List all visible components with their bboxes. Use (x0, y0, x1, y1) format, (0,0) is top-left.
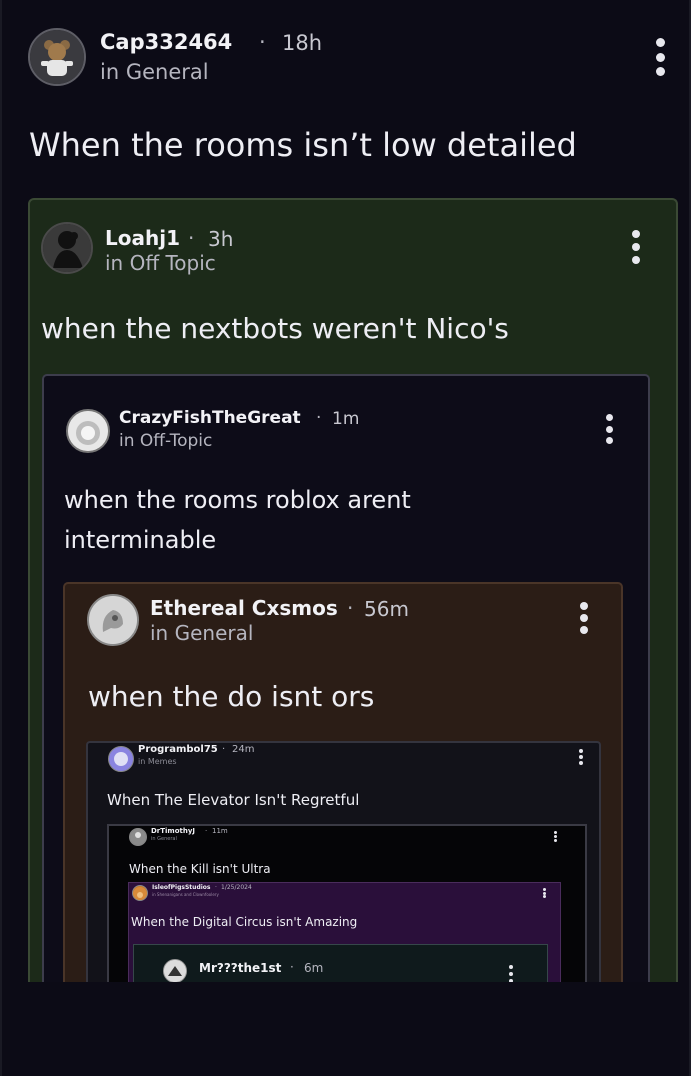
post-author-name[interactable]: Cap332464 (100, 30, 232, 54)
programbol75-time: 24m (232, 744, 255, 755)
drtimothyj-text: When the Kill isn't Ultra (129, 862, 271, 876)
isleofpigs-time: 1/25/2024 (221, 884, 252, 891)
loahj1-text: when the nextbots weren't Nico's (41, 312, 509, 345)
ethereal-avatar[interactable] (87, 594, 139, 646)
quoted-post-ethereal[interactable]: Ethereal Cxsmos · 56m in General when th… (63, 582, 623, 982)
crazyfish-menu-icon[interactable] (605, 414, 613, 444)
programbol75-menu-icon[interactable] (578, 749, 583, 765)
drtimothyj-menu-icon[interactable] (553, 831, 557, 842)
mr-the1st-time: 6m (304, 961, 324, 975)
app-frame: Cap332464 · 18h in General When the room… (0, 0, 691, 1076)
isleofpigs-community[interactable]: in Shenanigans and Clownfoolery (152, 892, 219, 897)
crazyfish-community[interactable]: in Off-Topic (119, 431, 212, 451)
crazyfish-time: 1m (332, 409, 360, 429)
drtimothyj-community[interactable]: in General (151, 836, 177, 842)
mr-the1st-separator: · (290, 960, 294, 974)
drtimothyj-name[interactable]: DrTimothyJ (151, 827, 195, 835)
avatar-icon (68, 411, 108, 451)
avatar-icon (130, 829, 146, 845)
quoted-post-drtimothyj[interactable]: DrTimothyJ · 11m in General When the Kil… (107, 824, 587, 982)
ethereal-text: when the do isnt ors (88, 680, 375, 713)
avatar-icon (133, 887, 147, 900)
programbol75-text: When The Elevator Isn't Regretful (107, 791, 360, 809)
isleofpigs-avatar[interactable] (132, 885, 148, 901)
isleofpigs-menu-icon[interactable] (543, 888, 546, 898)
mr-the1st-name[interactable]: Mr???the1st (199, 961, 281, 975)
drtimothyj-time: 11m (212, 827, 228, 835)
crazyfish-separator: · (316, 408, 322, 428)
post-menu-icon[interactable] (654, 38, 666, 76)
loahj1-menu-icon[interactable] (631, 230, 641, 264)
ethereal-menu-icon[interactable] (579, 602, 588, 634)
loahj1-community[interactable]: in Off Topic (105, 251, 216, 275)
drtimothyj-avatar[interactable] (129, 828, 147, 846)
ethereal-community[interactable]: in General (150, 621, 253, 645)
crazyfish-avatar[interactable] (66, 409, 110, 453)
avatar-icon (164, 960, 186, 982)
avatar-icon (43, 224, 91, 272)
programbol75-separator: · (222, 744, 226, 755)
ethereal-name[interactable]: Ethereal Cxsmos (150, 596, 338, 620)
quoted-post-isleofpigs[interactable]: IsleofPigsStudios · 1/25/2024 in Shenani… (128, 882, 561, 982)
avatar-icon (109, 747, 133, 771)
post-text: When the rooms isn’t low detailed (29, 126, 577, 164)
programbol75-avatar[interactable] (108, 746, 134, 772)
avatar-icon (89, 596, 137, 644)
quoted-post-mr-the1st[interactable]: Mr???the1st · 6m (133, 944, 548, 982)
isleofpigs-text: When the Digital Circus isn't Amazing (131, 915, 358, 929)
ethereal-time: 56m (364, 597, 409, 621)
quoted-post-crazyfish[interactable]: CrazyFishTheGreat · 1m in Off-Topic when… (42, 374, 650, 982)
programbol75-name[interactable]: Programbol75 (138, 744, 218, 755)
post-community[interactable]: in General (100, 60, 209, 84)
ethereal-separator: · (347, 596, 354, 620)
crazyfish-text-line2: interminable (64, 526, 217, 554)
quoted-post-programbol75[interactable]: Programbol75 · 24m in Memes When The Ele… (86, 741, 601, 982)
loahj1-avatar[interactable] (41, 222, 93, 274)
isleofpigs-name[interactable]: IsleofPigsStudios (152, 884, 211, 891)
post-separator: · (259, 30, 266, 54)
drtimothyj-separator: · (205, 827, 208, 835)
loahj1-time: 3h (208, 227, 234, 251)
quoted-post-loahj1[interactable]: Loahj1 · 3h in Off Topic when the nextbo… (28, 198, 678, 982)
post-author-avatar[interactable] (28, 28, 86, 86)
mr-the1st-menu-icon[interactable] (508, 965, 513, 982)
post-time: 18h (282, 31, 323, 55)
teddy-bear-icon (30, 30, 84, 84)
mr-the1st-avatar[interactable] (163, 959, 187, 982)
loahj1-separator: · (188, 226, 195, 250)
loahj1-name[interactable]: Loahj1 (105, 226, 180, 250)
isleofpigs-separator: · (215, 884, 217, 891)
programbol75-community[interactable]: in Memes (138, 757, 177, 766)
crazyfish-name[interactable]: CrazyFishTheGreat (119, 408, 301, 428)
crazyfish-text-line1: when the rooms roblox arent (64, 486, 411, 514)
